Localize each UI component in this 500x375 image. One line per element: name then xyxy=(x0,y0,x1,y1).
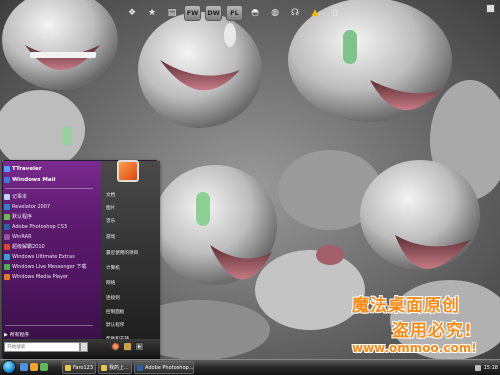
notepad-icon xyxy=(4,193,10,200)
folder-icon xyxy=(101,364,107,371)
places-item-control-panel[interactable]: 控制面板 xyxy=(106,309,124,315)
app-item-revelator[interactable]: Revelator 2007 xyxy=(4,202,96,211)
shutdown-options-icon[interactable]: ▸ xyxy=(135,342,144,351)
search-placeholder: 开始搜索 xyxy=(7,345,26,350)
app-item-label: Adobe Photoshop CS3 xyxy=(12,223,68,230)
arrow-right-icon: ▶ xyxy=(4,331,8,338)
start-search-input[interactable]: 开始搜索 xyxy=(4,342,80,352)
app-item-label: Windows Ultimate Extras xyxy=(12,253,75,260)
browser-icon[interactable] xyxy=(30,363,38,371)
app-item-photoshop[interactable]: Adobe Photoshop CS3 xyxy=(4,222,96,231)
pinned-item-windows-mail[interactable]: Windows Mail xyxy=(4,175,96,185)
pinned-item-label: TTraveler xyxy=(12,166,42,172)
trash-icon-glyph: ▯ xyxy=(332,8,338,18)
user-avatar[interactable] xyxy=(117,160,139,182)
watermark-line-2: 盗用必究! xyxy=(392,321,473,341)
chart-icon[interactable]: ▲ xyxy=(307,5,323,21)
taskbar-button-faro123[interactable]: Faro123 xyxy=(62,361,96,374)
taskbar-button-label: Adobe Photoshop... xyxy=(145,364,194,371)
taskbar-button-label: 我的上... xyxy=(109,365,129,371)
all-programs-label: 所有程序 xyxy=(9,333,30,338)
app-item-media-decoder[interactable]: 超级解霸2010 xyxy=(4,242,96,251)
media-decoder-icon xyxy=(4,243,10,250)
pinned-item-label: Windows Mail xyxy=(12,177,56,183)
window-restore-icon[interactable] xyxy=(486,4,495,13)
messenger-icon xyxy=(4,263,10,270)
folder-icon xyxy=(65,364,71,371)
lock-icon[interactable] xyxy=(123,342,132,351)
mail-icon xyxy=(4,177,10,183)
app-item-label: 默认程序 xyxy=(12,214,33,220)
taskbar-button-label: Faro123 xyxy=(73,364,94,371)
star-icon[interactable]: ★ xyxy=(144,5,160,21)
media-player-icon xyxy=(4,273,10,280)
default-programs-icon xyxy=(4,213,10,220)
places-item-music[interactable]: 音乐 xyxy=(106,218,115,224)
all-programs-button[interactable]: ▶ 所有程序 xyxy=(4,331,30,339)
start-button[interactable] xyxy=(2,360,16,374)
places-item-network[interactable]: 网络 xyxy=(106,280,115,286)
app-item-label: Windows Live Messenger 下载 xyxy=(12,264,87,270)
app-item-default-programs[interactable]: 默认程序 xyxy=(4,212,96,221)
app-item-label: Revelator 2007 xyxy=(12,203,51,210)
watermark-line-1: 魔法桌面原创 xyxy=(352,296,460,316)
flash-icon[interactable]: FL xyxy=(226,5,243,21)
folder-icon-glyph: ▤ xyxy=(167,8,177,18)
top-dock: ❖ ★ ▤ FW DW FL ◓ ◍ ☊ ▲ ▯ xyxy=(124,2,343,24)
places-item-computer[interactable]: 计算机 xyxy=(106,265,120,271)
globe-icon-glyph: ◍ xyxy=(271,8,279,18)
system-tray: 15:18 xyxy=(456,361,498,374)
menu-divider xyxy=(5,188,93,189)
star-icon-glyph: ★ xyxy=(147,8,157,18)
places-item-pictures[interactable]: 图片 xyxy=(106,205,115,211)
volume-icon[interactable] xyxy=(474,364,481,371)
watermark-url: www.ommoo.com! xyxy=(352,341,477,355)
pinned-item-ttraveler[interactable]: TTraveler xyxy=(4,164,96,174)
ultimate-extras-icon xyxy=(4,253,10,260)
show-desktop-icon[interactable] xyxy=(20,363,28,371)
app-item-label: 记事本 xyxy=(12,194,28,200)
dreamweaver-icon[interactable]: DW xyxy=(205,5,222,21)
fireworks-icon[interactable]: FW xyxy=(184,5,201,21)
app-item-media-player[interactable]: Windows Media Player xyxy=(4,272,96,281)
places-item-games[interactable]: 游戏 xyxy=(106,234,115,240)
headphones-icon[interactable]: ☊ xyxy=(287,5,303,21)
taskbar-button-my-documents[interactable]: 我的上... xyxy=(98,361,132,374)
trash-icon[interactable]: ▯ xyxy=(327,5,343,21)
windows-icon[interactable]: ❖ xyxy=(124,5,140,21)
search-icon[interactable] xyxy=(80,342,88,352)
places-item-recent[interactable]: 最近使用的项目 xyxy=(106,250,138,256)
places-item-connect-to[interactable]: 连接到 xyxy=(106,295,120,301)
photoshop-icon xyxy=(4,223,10,230)
app-item-label: Windows Media Player xyxy=(12,273,69,280)
app-item-live-messenger[interactable]: Windows Live Messenger 下载 xyxy=(4,262,96,271)
power-icon[interactable] xyxy=(111,342,120,351)
photoshop-icon xyxy=(137,364,143,371)
windows-icon-glyph: ❖ xyxy=(127,8,137,18)
clock[interactable]: 15:18 xyxy=(484,365,498,371)
app-item-label: 超级解霸2010 xyxy=(12,244,45,250)
places-item-documents[interactable]: 文档 xyxy=(106,192,115,198)
revelator-icon xyxy=(4,203,10,210)
chat-icon[interactable]: ◓ xyxy=(247,5,263,21)
chart-icon-glyph: ▲ xyxy=(311,8,319,18)
headphones-icon-glyph: ☊ xyxy=(291,8,299,18)
switch-windows-icon[interactable] xyxy=(40,363,48,371)
folder-icon[interactable]: ▤ xyxy=(164,5,180,21)
app-item-label: WinRAR xyxy=(12,233,32,240)
menu-divider xyxy=(5,325,93,326)
app-item-winrar[interactable]: WinRAR xyxy=(4,232,96,241)
ttraveler-icon xyxy=(4,166,10,172)
chat-icon-glyph: ◓ xyxy=(251,8,259,18)
winrar-icon xyxy=(4,233,10,240)
app-item-notepad[interactable]: 记事本 xyxy=(4,192,96,201)
globe-icon[interactable]: ◍ xyxy=(267,5,283,21)
places-item-default-programs[interactable]: 默认程序 xyxy=(106,322,124,328)
app-item-ultimate-extras[interactable]: Windows Ultimate Extras xyxy=(4,252,96,261)
taskbar-button-photoshop[interactable]: Adobe Photoshop... xyxy=(134,361,194,374)
